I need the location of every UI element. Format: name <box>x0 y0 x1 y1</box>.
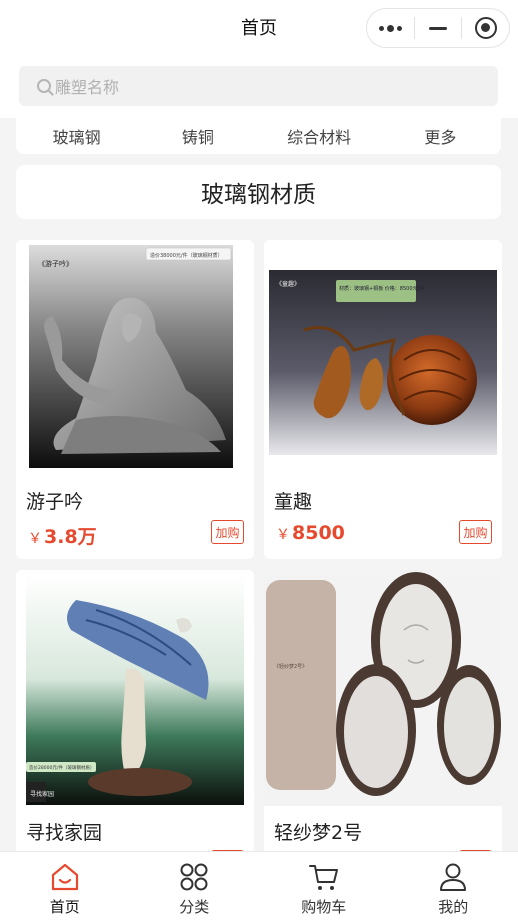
product-image[interactable]: 《游子吟》 造价38000元/件（玻璃钢材质） <box>16 240 254 475</box>
category-more[interactable]: 更多 <box>380 124 501 148</box>
minus-icon <box>429 26 447 30</box>
search-placeholder: 雕塑名称 <box>55 78 120 97</box>
target-icon <box>474 17 497 39</box>
product-image[interactable]: 《轻纱梦2号》 <box>264 570 502 806</box>
category-bronze[interactable]: 铸铜 <box>137 124 258 148</box>
tab-label: 购物车 <box>301 898 347 916</box>
tab-label: 首页 <box>49 898 80 916</box>
tab-cart[interactable]: 购物车 <box>259 852 389 920</box>
product-image[interactable]: 造价28000元/件（玻璃钢材质） 寻找家园 <box>16 570 254 806</box>
mini-program-capsule <box>366 8 510 48</box>
category-icon <box>180 863 208 891</box>
product-name: 童趣 <box>274 491 313 513</box>
product-image[interactable]: 《童趣》 材质：玻璃钢+铜板 价格：8500元/件 <box>264 240 502 475</box>
close-button[interactable] <box>462 9 509 47</box>
image-tag: 造价28000元/件（玻璃钢材质） <box>29 764 94 771</box>
product-card[interactable]: 《童趣》 材质：玻璃钢+铜板 价格：8500元/件 童趣 ￥ 8500 加购 <box>264 240 502 559</box>
image-caption: 寻找家园 <box>30 790 54 798</box>
image-caption: 《轻纱梦2号》 <box>274 663 307 670</box>
add-to-cart-button[interactable]: 加购 <box>211 520 244 544</box>
product-card[interactable]: 《游子吟》 造价38000元/件（玻璃钢材质） 游子吟 ￥ 3.8万 加购 <box>16 240 254 559</box>
category-tabs: 玻璃钢 铸铜 综合材料 更多 <box>16 118 501 154</box>
search-icon <box>37 79 51 93</box>
add-to-cart-button[interactable]: 加购 <box>459 520 492 544</box>
product-card[interactable]: 造价28000元/件（玻璃钢材质） 寻找家园 寻找家园 加购 <box>16 570 254 870</box>
product-name: 游子吟 <box>26 491 84 513</box>
more-button[interactable] <box>367 9 414 47</box>
product-price: ￥ 8500 <box>276 522 345 544</box>
image-caption: 《游子吟》 <box>38 259 73 268</box>
tab-label: 我的 <box>438 898 469 916</box>
sculpture-image: 《轻纱梦2号》 <box>266 572 501 796</box>
sculpture-image: 造价28000元/件（玻璃钢材质） 寻找家园 <box>26 575 244 805</box>
category-frp[interactable]: 玻璃钢 <box>16 124 137 148</box>
search-bar: 雕塑名称 <box>0 56 518 118</box>
tab-bar: 首页 分类 购物车 我的 <box>0 851 518 920</box>
sculpture-image: 《童趣》 材质：玻璃钢+铜板 价格：8500元/件 <box>269 270 497 455</box>
image-tag: 造价38000元/件（玻璃钢材质） <box>150 252 223 259</box>
nav-bar: 首页 <box>0 0 518 56</box>
search-input[interactable]: 雕塑名称 <box>19 66 498 106</box>
section-title: 玻璃钢材质 <box>16 165 501 219</box>
image-tag: 材质：玻璃钢+铜板 价格：8500元/件 <box>339 285 424 292</box>
user-icon <box>440 863 467 891</box>
minimize-button[interactable] <box>415 9 462 47</box>
sculpture-image: 《游子吟》 造价38000元/件（玻璃钢材质） <box>29 245 233 468</box>
category-mixed-material[interactable]: 综合材料 <box>259 124 380 148</box>
tab-home[interactable]: 首页 <box>0 852 130 920</box>
product-price: ￥ 3.8万 <box>28 526 97 548</box>
cart-icon <box>308 865 338 890</box>
tab-profile[interactable]: 我的 <box>389 852 518 920</box>
product-name: 寻找家园 <box>26 822 103 844</box>
tab-category[interactable]: 分类 <box>130 852 260 920</box>
product-name: 轻纱梦2号 <box>274 822 363 844</box>
more-dots-icon <box>378 24 402 32</box>
image-caption: 《童趣》 <box>276 280 300 288</box>
home-icon <box>51 863 78 891</box>
tab-label: 分类 <box>179 898 210 916</box>
product-card[interactable]: 《轻纱梦2号》 轻纱梦2号 加购 <box>264 570 502 870</box>
